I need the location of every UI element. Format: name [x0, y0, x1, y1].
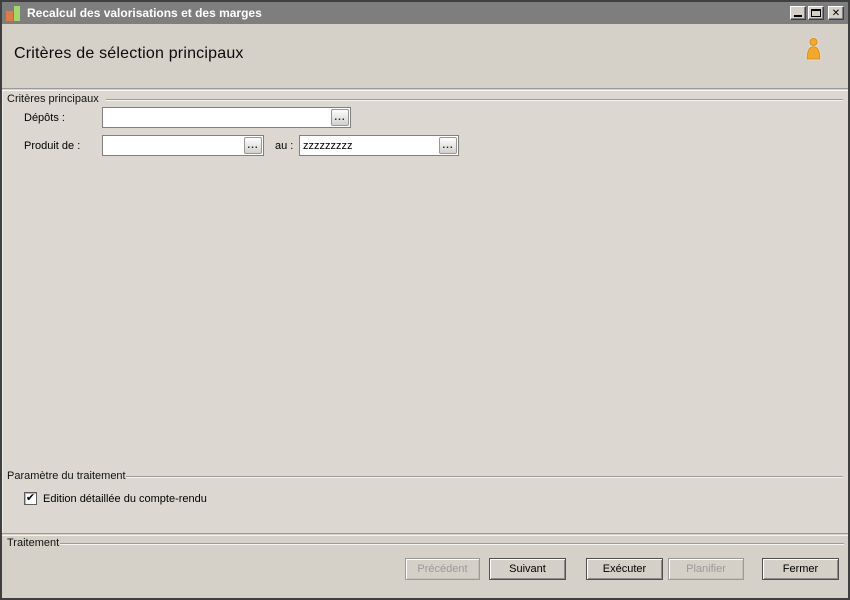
precedent-button: Précédent [405, 558, 480, 580]
suivant-button[interactable]: Suivant [489, 558, 566, 580]
window-title: Recalcul des valorisations et des marges [27, 6, 262, 20]
au-field-frame: ... [299, 135, 459, 156]
app-icon [6, 5, 22, 21]
footer-bar: Traitement Précédent Suivant Exécuter Pl… [2, 535, 848, 598]
planifier-button: Planifier [668, 558, 744, 580]
header-band: Critères de sélection principaux [2, 24, 848, 89]
dialog-window: Recalcul des valorisations et des marges… [0, 0, 850, 600]
depots-input[interactable] [105, 109, 328, 126]
produit-de-input[interactable] [105, 137, 241, 154]
produit-de-label: Produit de : [24, 140, 81, 152]
check-icon: ✔ [25, 491, 36, 504]
app-icon-orange-bar [6, 11, 13, 21]
content-panel: Critères principaux Dépôts : ... Produit… [2, 90, 848, 534]
depots-browse-button[interactable]: ... [331, 109, 349, 126]
page-title: Critères de sélection principaux [14, 45, 244, 62]
maximize-button[interactable] [808, 6, 824, 20]
title-bar[interactable]: Recalcul des valorisations et des marges… [2, 2, 848, 24]
au-browse-button[interactable]: ... [439, 137, 457, 154]
au-input[interactable] [302, 137, 436, 154]
edition-detaillee-label: Edition détaillée du compte-rendu [43, 492, 207, 505]
edition-detaillee-row: ✔ Edition détaillée du compte-rendu [24, 492, 207, 505]
ellipsis-icon: ... [442, 140, 454, 151]
group-line-traitement [60, 543, 844, 545]
group-line-parametre [126, 476, 843, 478]
au-label: au : [275, 140, 294, 152]
produit-de-browse-button[interactable]: ... [244, 137, 262, 154]
group-label-parametre-traitement: Paramètre du traitement [7, 470, 126, 482]
person-icon [806, 38, 821, 60]
group-line-criteres [106, 99, 843, 101]
group-label-criteres-principaux: Critères principaux [7, 93, 99, 105]
window-controls: ✕ [790, 6, 844, 20]
executer-button[interactable]: Exécuter [586, 558, 663, 580]
group-label-traitement: Traitement [7, 537, 60, 549]
app-icon-green-bar [14, 6, 20, 21]
produit-de-field-frame: ... [102, 135, 264, 156]
minimize-icon [794, 15, 802, 17]
fermer-button[interactable]: Fermer [762, 558, 839, 580]
ellipsis-icon: ... [247, 140, 259, 151]
depots-label: Dépôts : [24, 112, 65, 124]
minimize-button[interactable] [790, 6, 806, 20]
close-icon: ✕ [831, 7, 841, 19]
close-button[interactable]: ✕ [828, 6, 844, 20]
edition-detaillee-checkbox[interactable]: ✔ [24, 492, 37, 505]
depots-field-frame: ... [102, 107, 351, 128]
maximize-icon [811, 9, 821, 17]
ellipsis-icon: ... [334, 112, 346, 123]
